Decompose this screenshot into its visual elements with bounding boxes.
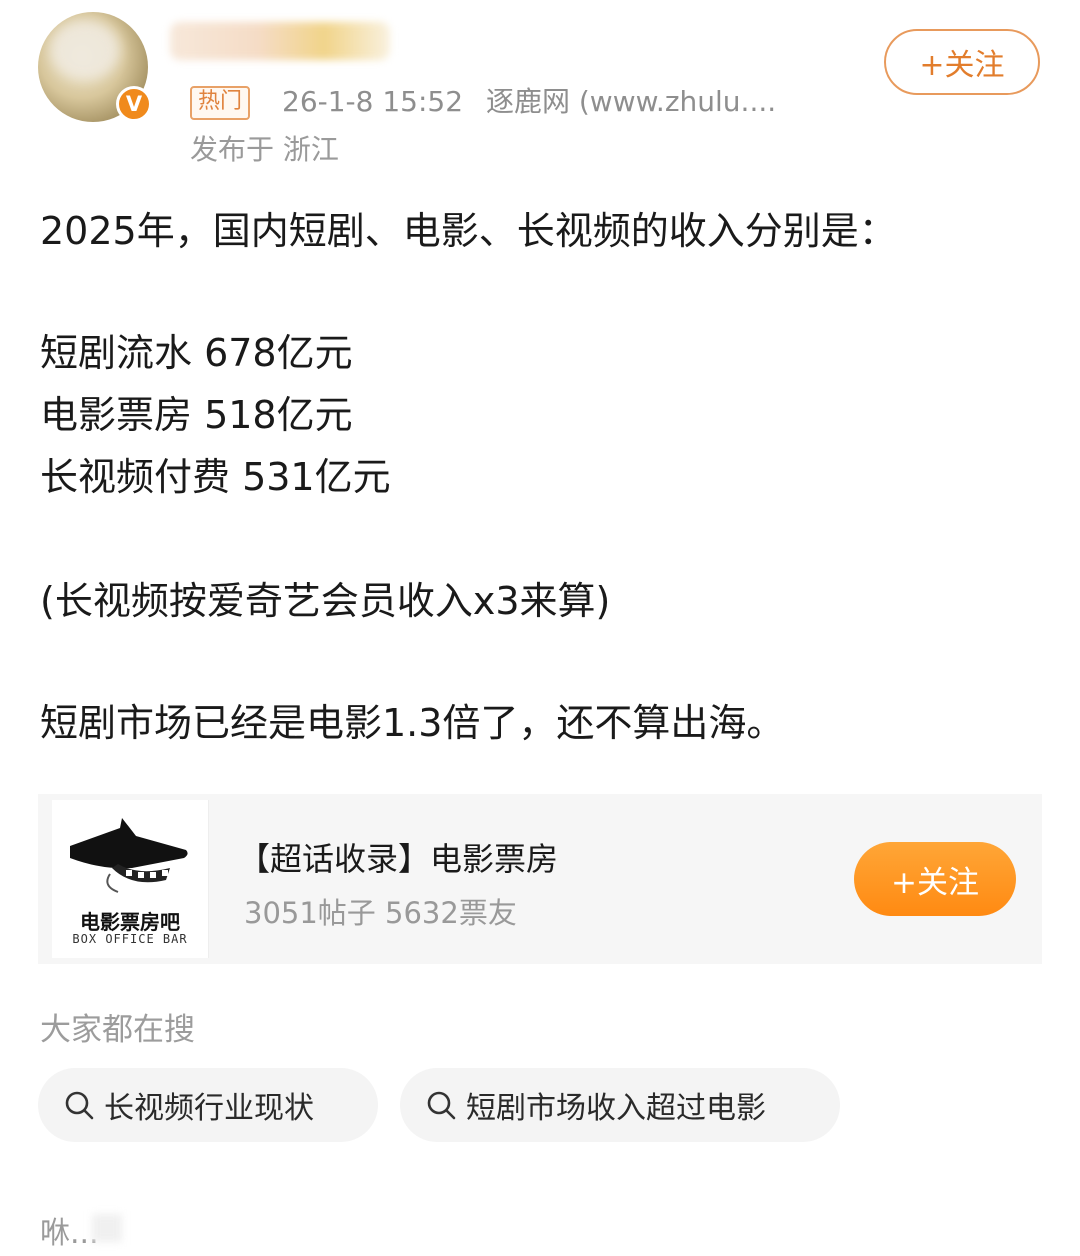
- topic-stats: 3051帖子 5632票友: [244, 896, 517, 930]
- search-chip-label: 短剧市场收入超过电影: [466, 1091, 766, 1126]
- search-icon: [427, 1091, 456, 1120]
- topic-logo-title: 电影票房吧: [80, 910, 180, 934]
- post-meta: 26-1-8 15:52 逐鹿网 (www.zhulu....: [282, 80, 776, 120]
- hot-tag: 热门: [190, 86, 251, 120]
- username-redacted[interactable]: [170, 22, 390, 60]
- post-text-shortdrama: 短剧流水 678亿元: [40, 331, 353, 375]
- search-heading: 大家都在搜: [40, 1012, 195, 1048]
- post-text-intro: 2025年，国内短剧、电影、长视频的收入分别是：: [40, 209, 897, 253]
- film-cap-icon: [70, 818, 188, 893]
- search-chip-longvideo[interactable]: 长视频行业现状: [38, 1068, 378, 1142]
- post-text-note: (长视频按爱奇艺会员收入x3来算): [40, 579, 611, 623]
- post-text-longvideo: 长视频付费 531亿元: [40, 455, 391, 499]
- search-chip-shortdrama[interactable]: 短剧市场收入超过电影: [400, 1068, 840, 1142]
- post-location: 发布于 浙江: [190, 133, 339, 166]
- post-text-conclusion: 短剧市场已经是电影1.3倍了，还不算出海。: [40, 701, 785, 745]
- search-icon: [65, 1091, 94, 1120]
- post-text-film: 电影票房 518亿元: [40, 393, 353, 437]
- footer-text: 咻...: [40, 1216, 99, 1251]
- topic-follow-button[interactable]: +关注: [854, 842, 1016, 916]
- topic-title[interactable]: 【超话收录】电影票房: [238, 834, 558, 880]
- topic-logo-subtitle: BOX OFFICE BAR: [72, 932, 188, 946]
- search-chip-label: 长视频行业现状: [104, 1091, 314, 1126]
- post-timestamp: 26-1-8 15:52: [282, 85, 464, 118]
- avatar-blurred-face: [50, 20, 120, 80]
- post-source[interactable]: 逐鹿网 (www.zhulu....: [486, 85, 776, 118]
- topic-logo[interactable]: 电影票房吧 BOX OFFICE BAR: [52, 800, 209, 958]
- follow-button[interactable]: +关注: [884, 29, 1040, 95]
- verified-badge-icon: V: [116, 86, 152, 122]
- footer-redacted: [92, 1214, 122, 1242]
